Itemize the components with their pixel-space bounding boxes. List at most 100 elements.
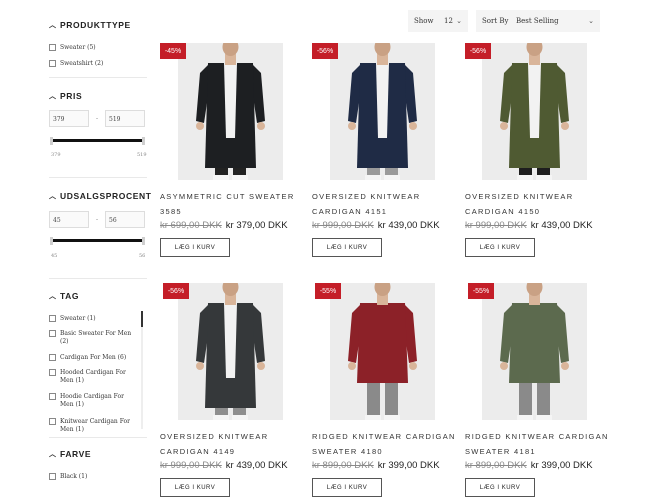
model-hand-left — [500, 122, 508, 130]
checkbox[interactable] — [49, 330, 56, 337]
product-image[interactable] — [178, 43, 283, 180]
filter-title: UDSALGSPROCENT — [60, 191, 152, 201]
tag-list-scrollbar-track[interactable] — [141, 311, 143, 429]
model-hand-right — [409, 122, 417, 130]
product-image[interactable] — [482, 43, 587, 180]
chevron-up-icon: ︿ — [49, 93, 57, 100]
add-to-cart-button[interactable]: LÆG I KURV — [312, 478, 382, 497]
chevron-up-icon: ︿ — [49, 22, 57, 29]
product-title-line1[interactable]: ASYMMETRIC CUT SWEATER — [160, 192, 295, 201]
divider — [49, 177, 147, 178]
filter-header-price[interactable]: ︿ PRIS — [49, 91, 82, 101]
filter-option-tag[interactable]: Sweater (1) — [49, 315, 135, 323]
product-image[interactable] — [178, 283, 283, 420]
divider — [49, 278, 147, 279]
add-to-cart-button[interactable]: LÆG I KURV — [160, 478, 230, 497]
model-shoe-right — [536, 175, 552, 180]
checkbox[interactable] — [49, 315, 56, 322]
checkbox[interactable] — [49, 60, 56, 67]
checkbox[interactable] — [49, 473, 56, 480]
product-title-line2[interactable]: CARDIGAN 4149 — [160, 447, 235, 456]
filter-option-tag[interactable]: Knitwear Cardigan For Men (1) — [49, 418, 135, 434]
filter-title: PRODUKTTYPE — [60, 20, 131, 30]
model-undershirt — [224, 303, 237, 378]
tag-list-scrollbar-thumb[interactable] — [141, 311, 143, 327]
show-value: 12 — [444, 17, 453, 25]
product-price: kr 999,00 DKK kr 439,00 DKK — [312, 220, 440, 231]
filter-header-product-type[interactable]: ︿ PRODUKTTYPE — [49, 20, 131, 30]
model-shoe-left — [517, 175, 533, 180]
model-undershirt — [528, 63, 541, 138]
sale-price: kr 399,00 DKK — [377, 460, 440, 471]
filter-option-tag[interactable]: Hoodie Cardigan For Men (1) — [49, 393, 135, 409]
model-hand-right — [561, 362, 569, 370]
model-hand-left — [196, 362, 204, 370]
filter-option-tag[interactable]: Cardigan For Men (6) — [49, 354, 135, 362]
sale-price: kr 439,00 DKK — [225, 460, 288, 471]
discount-slider-track[interactable] — [51, 239, 143, 242]
filter-option-tag[interactable]: Hooded Cardigan For Men (1) — [49, 369, 135, 385]
filter-option-sweater[interactable]: Sweater (5) — [49, 44, 96, 52]
filter-option-label: Sweatshirt (2) — [60, 60, 104, 67]
filter-option-sweatshirt[interactable]: Sweatshirt (2) — [49, 60, 103, 68]
discount-badge: -56% — [312, 43, 338, 59]
checkbox[interactable] — [49, 393, 56, 400]
discount-badge: -55% — [315, 283, 341, 299]
add-to-cart-button[interactable]: LÆG I KURV — [465, 478, 535, 497]
checkbox[interactable] — [49, 354, 56, 361]
checkbox[interactable] — [49, 369, 56, 376]
filter-option-label: Hoodie Cardigan For Men (1) — [60, 393, 124, 409]
product-title-line2[interactable]: CARDIGAN 4151 — [312, 207, 387, 216]
discount-max-input[interactable]: 56 — [105, 211, 145, 228]
product-image[interactable] — [482, 283, 587, 420]
product-image[interactable] — [330, 283, 435, 420]
product-title-line2[interactable]: SWEATER 4180 — [312, 447, 383, 456]
product-title-line2[interactable]: SWEATER 4181 — [465, 447, 536, 456]
filter-header-tag[interactable]: ︿ TAG — [49, 291, 79, 301]
filter-option-tag[interactable]: Basic Sweater For Men (2) — [49, 330, 135, 346]
filter-header-discount[interactable]: ︿ UDSALGSPROCENT — [49, 191, 152, 201]
add-to-cart-button[interactable]: LÆG I KURV — [465, 238, 535, 257]
model-undershirt — [376, 63, 389, 138]
discount-range-max-label: 56 — [139, 253, 146, 259]
discount-slider-min-handle[interactable] — [50, 237, 53, 245]
model-shoe-left — [365, 415, 381, 420]
filter-option-color[interactable]: Black (1) — [49, 473, 87, 481]
discount-slider-max-handle[interactable] — [142, 237, 145, 245]
product-photo-figure — [330, 283, 435, 420]
filter-title: FARVE — [60, 449, 92, 459]
discount-min-input[interactable]: 45 — [49, 211, 89, 228]
sort-by-select[interactable]: Sort By Best Selling ⌄ — [476, 10, 600, 32]
product-title-line1[interactable]: OVERSIZED KNITWEAR — [312, 192, 420, 201]
model-shoe-right — [384, 415, 400, 420]
price-slider-track[interactable] — [51, 139, 143, 142]
old-price: kr 999,00 DKK — [160, 460, 222, 471]
price-slider-min-handle[interactable] — [50, 137, 53, 145]
old-price: kr 899,00 DKK — [312, 460, 374, 471]
price-min-input[interactable]: 379 — [49, 110, 89, 127]
price-max-input[interactable]: 519 — [105, 110, 145, 127]
filter-option-label: Sweater (1) — [60, 315, 96, 322]
checkbox[interactable] — [49, 418, 56, 425]
discount-badge: -56% — [465, 43, 491, 59]
add-to-cart-button[interactable]: LÆG I KURV — [312, 238, 382, 257]
product-title-line1[interactable]: OVERSIZED KNITWEAR — [465, 192, 573, 201]
product-title-line2[interactable]: 3585 — [160, 207, 182, 216]
price-slider-max-handle[interactable] — [142, 137, 145, 145]
show-per-page-select[interactable]: Show 12 ⌄ — [408, 10, 468, 32]
filter-option-label: Basic Sweater For Men (2) — [60, 330, 132, 346]
model-undershirt — [224, 63, 237, 138]
sort-value: Best Selling — [516, 17, 559, 25]
product-title-line1[interactable]: RIDGED KNITWEAR CARDIGAN — [465, 432, 609, 441]
checkbox[interactable] — [49, 44, 56, 51]
filter-option-label: Knitwear Cardigan For Men (1) — [60, 418, 131, 434]
product-title-line2[interactable]: CARDIGAN 4150 — [465, 207, 540, 216]
product-title-line1[interactable]: OVERSIZED KNITWEAR — [160, 432, 268, 441]
add-to-cart-button[interactable]: LÆG I KURV — [160, 238, 230, 257]
product-price: kr 999,00 DKK kr 439,00 DKK — [465, 220, 593, 231]
filter-title: PRIS — [60, 91, 83, 101]
model-shoe-left — [365, 175, 381, 180]
product-image[interactable] — [330, 43, 435, 180]
filter-header-color[interactable]: ︿ FARVE — [49, 449, 91, 459]
product-title-line1[interactable]: RIDGED KNITWEAR CARDIGAN — [312, 432, 456, 441]
